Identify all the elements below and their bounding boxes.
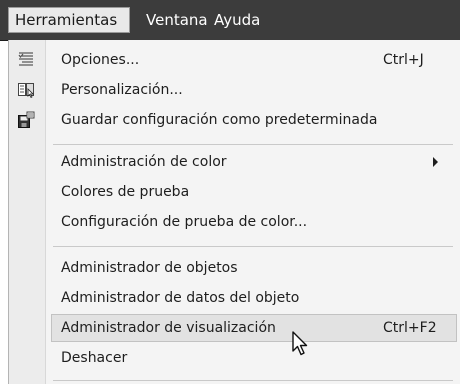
menu-item-label: Personalización... (61, 82, 183, 98)
save-settings-icon (18, 111, 35, 128)
menu-item-label: Administrador de visualización (61, 320, 276, 336)
menu-ayuda[interactable]: Ayuda (208, 7, 266, 33)
menu-item-administracion-de-color[interactable]: Administración de color (9, 148, 460, 176)
menu-item-guardar-configuracion[interactable]: Guardar configuración como predeterminad… (9, 106, 460, 134)
mouse-pointer-icon (292, 331, 308, 356)
menu-item-label: Opciones... (61, 52, 140, 68)
menu-item-administrador-de-visualizacion[interactable]: Administrador de visualización Ctrl+F2 (51, 314, 457, 342)
menu-item-administrador-de-datos-del-objeto[interactable]: Administrador de datos del objeto (9, 284, 460, 312)
menu-item-opciones[interactable]: Opciones... Ctrl+J (9, 46, 460, 74)
menu-separator (53, 380, 453, 381)
menu-herramientas-label: Herramientas (15, 11, 118, 29)
menu-item-personalizacion[interactable]: Personalización... (9, 76, 460, 104)
menu-item-colores-de-prueba[interactable]: Colores de prueba (9, 178, 460, 206)
menu-bar: Herramientas Ventana Ayuda (0, 0, 460, 41)
menu-item-deshacer[interactable]: Deshacer (9, 344, 460, 372)
options-list-icon (18, 52, 33, 66)
menu-ayuda-label: Ayuda (214, 11, 261, 29)
menu-item-label: Administración de color (61, 154, 227, 170)
menu-ventana[interactable]: Ventana (140, 7, 214, 33)
menu-item-administrador-de-objetos[interactable]: Administrador de objetos (9, 254, 460, 282)
menu-ventana-label: Ventana (146, 11, 208, 29)
menu-item-shortcut: Ctrl+J (383, 52, 424, 68)
herramientas-dropdown-menu: Opciones... Ctrl+J Personalización... Gu… (8, 40, 460, 384)
menu-item-configuracion-de-prueba-de-color[interactable]: Configuración de prueba de color... (9, 208, 460, 236)
menu-item-shortcut: Ctrl+F2 (383, 320, 437, 336)
menu-item-label: Configuración de prueba de color... (61, 214, 308, 230)
customize-icon (18, 83, 34, 99)
screenshot: Herramientas Ventana Ayuda Opciones... C… (0, 0, 460, 384)
menu-separator (53, 144, 453, 145)
menu-item-label: Guardar configuración como predeterminad… (61, 112, 378, 128)
menu-herramientas[interactable]: Herramientas (8, 7, 130, 33)
menu-item-label: Deshacer (61, 350, 128, 366)
menu-item-label: Administrador de datos del objeto (61, 290, 300, 306)
submenu-arrow-icon (433, 157, 438, 167)
menu-item-label: Colores de prueba (61, 184, 190, 200)
menu-separator (53, 246, 453, 247)
menu-item-label: Administrador de objetos (61, 260, 238, 276)
